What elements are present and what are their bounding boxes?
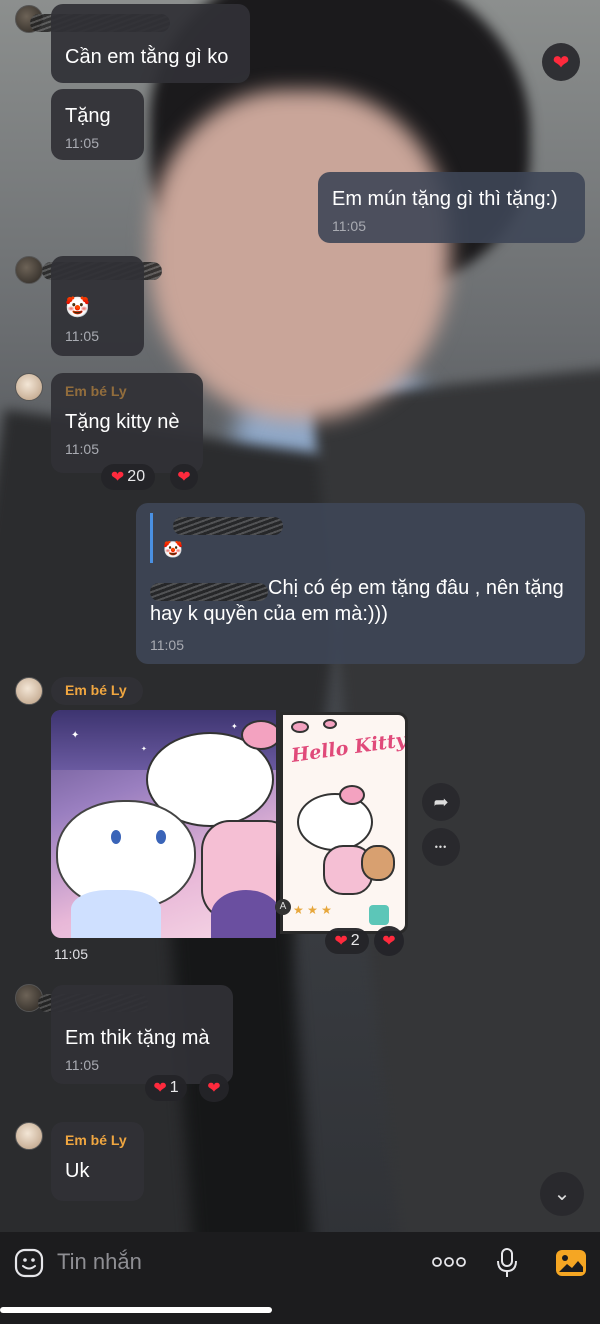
hello-kitty-wallpaper-image[interactable]: Hello Kitty ★ ★ ★ [280,712,408,934]
sender-name[interactable]: Em bé Ly [65,1132,130,1148]
message-time: 11:05 [65,328,99,344]
bow-icon [323,719,337,729]
redacted-quoted-sender [173,517,283,535]
sender-name[interactable]: Em bé Ly [65,383,189,399]
message-text: Em mún tặng gì thì tặng:) [332,188,558,210]
forward-icon: ➦ [433,791,449,812]
message-time: 11:05 [65,135,99,151]
mic-icon[interactable] [496,1248,518,1278]
reaction-count: 2 [350,932,360,949]
heart-icon: ❤ [382,933,396,950]
outgoing-reply-bubble[interactable]: 🤡 Chị có ép em tặng đâu , nên tặng hay k… [136,503,585,664]
more-options-button[interactable]: ••• [422,828,460,866]
teddy-bear [361,845,395,881]
message-bubble[interactable]: Tặng 11:05 [51,89,144,160]
more-icon: ••• [434,842,448,852]
avatar[interactable] [15,373,43,401]
bow-icon [241,720,276,750]
message-bubble[interactable]: Cần em tằng gì ko [51,4,250,83]
telephone-icon [369,905,389,925]
bow-icon [339,785,365,805]
heart-icon: ❤ [153,1080,167,1097]
star-icon: ✦ [71,730,80,741]
heart-icon: ❤ [110,469,125,486]
star-icon: ✦ [231,722,238,731]
sticker-icon[interactable] [14,1248,44,1278]
message-time: 11:05 [65,1057,99,1073]
star-icon: ✦ [141,746,147,753]
outgoing-message-bubble[interactable]: Em mún tặng gì thì tặng:) 11:05 [318,172,585,243]
home-indicator [0,1307,272,1313]
heart-icon: ❤ [552,51,570,74]
heart-reaction-button[interactable]: ❤ [199,1074,229,1102]
message-text: Uk [65,1160,90,1182]
quoted-emoji: 🤡 [163,542,183,559]
reaction-count-badge[interactable]: ❤ 20 [101,464,155,490]
heart-icon: ❤ [334,933,348,950]
quoted-message[interactable]: 🤡 [150,513,571,563]
message-text: Tặng [65,105,111,127]
chevron-down-icon: ⌄ [553,1183,571,1205]
heart-reaction-button[interactable]: ❤ [170,464,198,490]
clown-emoji: 🤡 [65,297,90,319]
message-input[interactable]: Tin nhắn [0,1232,600,1292]
message-bubble[interactable]: Em bé Ly Tặng kitty nè 11:05 [51,373,203,473]
message-text: Tặng kitty nè [65,411,180,433]
heart-reaction-button[interactable]: ❤ [374,926,404,956]
forward-button[interactable]: ➦ [422,783,460,821]
image-badge: A [275,899,291,915]
message-time: 11:05 [65,441,99,457]
cinnamoroll-kitty-image[interactable]: ✦ ✦ ✦ [51,710,276,938]
scroll-to-bottom-button[interactable]: ⌄ [540,1172,584,1216]
redacted-mention [150,583,268,601]
avatar[interactable] [15,677,43,705]
reaction-count-badge[interactable]: ❤ 1 [145,1075,187,1101]
message-text: Em thik tặng mà [65,1027,210,1049]
sender-name: Em bé Ly [65,682,127,698]
message-input-placeholder: Tin nhắn [57,1249,142,1274]
hello-kitty-title: Hello Kitty [290,729,408,767]
more-options-icon[interactable] [432,1256,466,1268]
reaction-count: 1 [169,1079,179,1096]
heart-icon: ❤ [177,469,191,486]
bow-icon [291,721,309,733]
avatar[interactable] [15,1122,43,1150]
heart-reaction-button[interactable]: ❤ [542,43,580,81]
message-time: 11:05 [332,218,366,234]
message-time: 11:05 [54,946,88,962]
heart-icon: ❤ [207,1080,221,1097]
avatar[interactable] [15,256,43,284]
reaction-count-badge[interactable]: ❤ 2 [325,928,369,954]
message-bubble[interactable]: Em bé Ly Uk [51,1122,144,1201]
message-bubble[interactable]: 🤡 11:05 [51,256,144,356]
sender-name-pill[interactable]: Em bé Ly [51,677,143,705]
message-time: 11:05 [150,637,184,653]
reaction-count: 20 [127,468,146,485]
message-bubble[interactable]: Em thik tặng mà 11:05 [51,985,233,1084]
message-text: Cần em tằng gì ko [65,46,229,68]
gallery-icon[interactable] [555,1248,587,1278]
